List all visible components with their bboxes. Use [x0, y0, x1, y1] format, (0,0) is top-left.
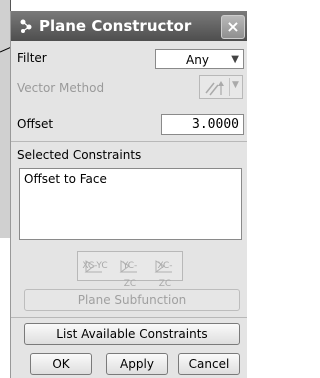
title-bar[interactable]: Plane Constructor × [11, 11, 247, 41]
xc-zc-plane-icon[interactable]: XC-ZC [152, 257, 178, 289]
close-button[interactable]: × [221, 15, 245, 39]
plane-subfunction-button[interactable]: Plane Subfunction [24, 289, 240, 311]
chevron-down-icon: ▼ [231, 54, 239, 65]
filter-dropdown[interactable]: Any ▼ [155, 49, 244, 69]
chevron-down-icon: ▼ [232, 80, 239, 90]
xc-yc-plane-icon[interactable]: XC-YC [82, 257, 108, 275]
divider [229, 78, 230, 96]
ok-button[interactable]: OK [30, 353, 92, 375]
selected-constraints-list[interactable]: Offset to Face [19, 168, 242, 240]
list-available-constraints-button[interactable]: List Available Constraints [24, 323, 240, 345]
cancel-button[interactable]: Cancel [178, 353, 240, 375]
plane-constructor-icon [20, 19, 32, 33]
apply-button[interactable]: Apply [106, 353, 168, 375]
dialog-title: Plane Constructor [39, 17, 192, 35]
filter-value: Any [186, 53, 209, 67]
list-item[interactable]: Offset to Face [24, 172, 107, 186]
filter-label: Filter [17, 51, 47, 65]
offset-field[interactable]: 3.0000 [161, 114, 244, 135]
vector-method-selector[interactable]: ▼ [199, 75, 243, 99]
yc-zc-plane-icon[interactable]: YC-ZC [117, 257, 143, 289]
divider [11, 317, 247, 318]
plane-direction-group: XC-YC YC-ZC XC-ZC [77, 251, 183, 289]
close-icon: × [226, 17, 240, 36]
offset-label: Offset [17, 117, 54, 131]
vector-method-label: Vector Method [17, 81, 105, 95]
vector-method-icon [205, 81, 224, 96]
selected-constraints-heading: Selected Constraints [17, 148, 142, 162]
plane-constructor-dialog: Plane Constructor × Filter Any ▼ Vector … [10, 11, 247, 378]
divider [11, 141, 247, 142]
